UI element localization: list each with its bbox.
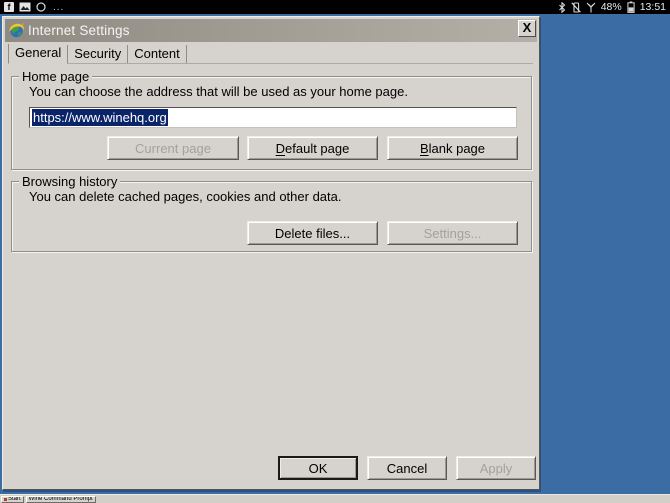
close-button[interactable]: X bbox=[518, 20, 536, 37]
apply-button: Apply bbox=[456, 456, 536, 480]
cancel-button-label: Cancel bbox=[387, 461, 427, 476]
window-title: Internet Settings bbox=[28, 23, 130, 38]
tab-general[interactable]: General bbox=[8, 44, 67, 64]
browsing-history-group-label: Browsing history bbox=[19, 174, 120, 189]
taskbar-item-label: Wine Command Prompt bbox=[29, 497, 93, 502]
battery-percent-label: 48% bbox=[601, 1, 622, 13]
settings-button: Settings... bbox=[387, 221, 518, 245]
android-status-bar: f ... 48% 13:51 bbox=[0, 0, 670, 14]
current-page-button-label: Current page bbox=[135, 141, 211, 156]
internet-settings-icon bbox=[8, 22, 25, 39]
delete-files-button[interactable]: Delete files... bbox=[247, 221, 378, 245]
signal-antenna-icon bbox=[586, 2, 596, 13]
dialog-footer: OK Cancel Apply bbox=[278, 456, 536, 480]
apply-button-label: Apply bbox=[480, 461, 513, 476]
start-button-label: Start bbox=[8, 497, 21, 502]
internet-settings-window: Internet Settings X General Security Con… bbox=[2, 16, 540, 490]
ok-button-label: OK bbox=[309, 461, 328, 476]
home-page-url-input[interactable]: https://www.winehq.org bbox=[29, 107, 517, 128]
blank-page-button-label: Blank page bbox=[420, 141, 485, 156]
facebook-notification-icon: f bbox=[4, 2, 14, 12]
settings-button-label: Settings... bbox=[424, 226, 482, 241]
more-notifications-ellipsis: ... bbox=[53, 2, 64, 13]
ok-button[interactable]: OK bbox=[278, 456, 358, 480]
tab-strip: General Security Content bbox=[8, 46, 533, 64]
battery-icon bbox=[627, 1, 635, 13]
taskbar-item-wine-command-prompt[interactable]: Wine Command Prompt bbox=[26, 496, 96, 503]
default-page-button[interactable]: Default page bbox=[247, 136, 378, 160]
clock-label: 13:51 bbox=[640, 1, 666, 13]
home-page-group-label: Home page bbox=[19, 69, 92, 84]
gallery-notification-icon bbox=[19, 2, 31, 12]
browsing-history-group: Browsing history You can delete cached p… bbox=[11, 181, 532, 252]
tab-content[interactable]: Content bbox=[127, 45, 187, 63]
titlebar[interactable]: Internet Settings bbox=[5, 19, 537, 42]
blank-page-button[interactable]: Blank page bbox=[387, 136, 518, 160]
cancel-button[interactable]: Cancel bbox=[367, 456, 447, 480]
current-page-button: Current page bbox=[107, 136, 239, 160]
browsing-history-description: You can delete cached pages, cookies and… bbox=[29, 189, 341, 204]
app-notification-icon bbox=[36, 2, 46, 12]
home-page-group: Home page You can choose the address tha… bbox=[11, 76, 532, 170]
mute-vibrate-icon bbox=[571, 2, 581, 13]
home-page-url-selected-text: https://www.winehq.org bbox=[32, 109, 168, 126]
home-page-description: You can choose the address that will be … bbox=[29, 84, 408, 99]
default-page-button-label: Default page bbox=[276, 141, 350, 156]
delete-files-button-label: Delete files... bbox=[275, 226, 350, 241]
start-icon bbox=[4, 498, 7, 501]
wine-taskbar: Start Wine Command Prompt bbox=[0, 494, 670, 503]
start-button[interactable]: Start bbox=[1, 496, 24, 503]
tab-security[interactable]: Security bbox=[67, 45, 127, 63]
bluetooth-icon bbox=[558, 2, 566, 13]
